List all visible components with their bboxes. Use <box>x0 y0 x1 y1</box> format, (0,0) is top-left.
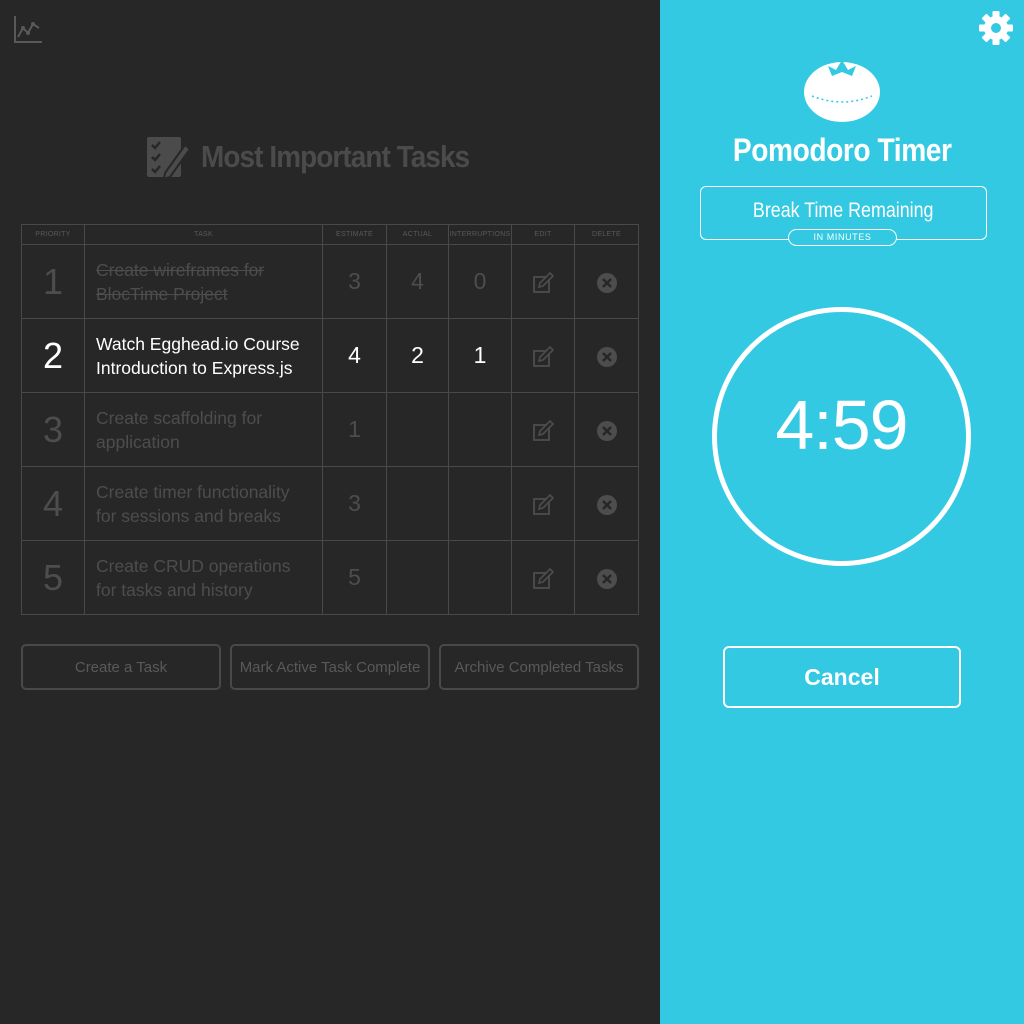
task-interruptions: 0 <box>448 244 512 319</box>
column-header-task: TASK <box>84 224 323 245</box>
edit-icon[interactable] <box>532 567 554 590</box>
task-name: Create timer functionality for sessions … <box>96 481 290 526</box>
task-interruptions <box>448 392 512 467</box>
gear-icon[interactable] <box>978 10 1014 46</box>
task-name: Create wireframes for BlocTime Project <box>96 259 265 304</box>
delete-x-icon[interactable] <box>596 494 618 516</box>
mark-complete-button[interactable]: Mark Active Task Complete <box>230 644 430 690</box>
tasks-panel: Most Important Tasks PRIORITY TASK ESTIM… <box>0 0 660 1024</box>
task-estimate: 3 <box>322 466 387 541</box>
table-row[interactable]: 1 Create wireframes for BlocTime Project 3… <box>21 244 639 319</box>
task-estimate: 4 <box>322 318 387 393</box>
task-priority: 1 <box>21 244 85 319</box>
table-row[interactable]: 4 Create timer functionality for sessions… <box>21 466 639 541</box>
line-chart-icon[interactable] <box>13 14 43 44</box>
column-header-actual: ACTUAL <box>386 224 449 245</box>
task-edit-cell <box>511 466 575 541</box>
task-name: Create scaffolding for application <box>96 407 263 452</box>
in-minutes-badge: IN MINUTES <box>788 229 897 246</box>
task-actual <box>386 466 449 541</box>
task-delete-cell <box>574 466 639 541</box>
task-name: Create CRUD operations for tasks and his… <box>96 555 291 600</box>
tasks-table: PRIORITY TASK ESTIMATE ACTUAL INTERRUPTI… <box>21 224 639 615</box>
task-priority: 4 <box>21 466 85 541</box>
task-name-cell: Create wireframes for BlocTime Project <box>84 244 323 319</box>
edit-icon[interactable] <box>532 345 554 368</box>
create-task-button[interactable]: Create a Task <box>21 644 221 690</box>
task-actual: 2 <box>386 318 449 393</box>
task-name-cell: Create timer functionality for sessions … <box>84 466 323 541</box>
task-name-cell: Create scaffolding for application <box>84 392 323 467</box>
task-actual <box>386 392 449 467</box>
table-row[interactable]: 5 Create CRUD operations for tasks and hi… <box>21 540 639 615</box>
task-delete-cell <box>574 392 639 467</box>
delete-x-icon[interactable] <box>596 568 618 590</box>
task-edit-cell <box>511 392 575 467</box>
task-delete-cell <box>574 244 639 319</box>
task-priority: 2 <box>21 318 85 393</box>
page-title: Most Important Tasks <box>201 139 470 174</box>
task-actual: 4 <box>386 244 449 319</box>
timer-title: Pomodoro Timer <box>732 132 952 168</box>
tasks-header: Most Important Tasks <box>145 135 499 179</box>
edit-icon[interactable] <box>532 493 554 516</box>
task-delete-cell <box>574 318 639 393</box>
task-delete-cell <box>574 540 639 615</box>
delete-x-icon[interactable] <box>596 272 618 294</box>
task-interruptions: 1 <box>448 318 512 393</box>
edit-icon[interactable] <box>532 271 554 294</box>
task-estimate: 5 <box>322 540 387 615</box>
delete-x-icon[interactable] <box>596 420 618 442</box>
task-edit-cell <box>511 540 575 615</box>
column-header-edit: EDIT <box>511 224 575 245</box>
task-edit-cell <box>511 318 575 393</box>
column-header-estimate: ESTIMATE <box>322 224 387 245</box>
task-actual <box>386 540 449 615</box>
column-header-priority: PRIORITY <box>21 224 85 245</box>
task-interruptions <box>448 540 512 615</box>
task-estimate: 1 <box>322 392 387 467</box>
column-header-delete: DELETE <box>574 224 639 245</box>
task-interruptions <box>448 466 512 541</box>
tomato-icon <box>804 60 880 122</box>
task-priority: 3 <box>21 392 85 467</box>
task-name-cell: Watch Egghead.io Course Introduction to … <box>84 318 323 393</box>
edit-icon[interactable] <box>532 419 554 442</box>
table-row[interactable]: 3 Create scaffolding for application 1 <box>21 392 639 467</box>
task-edit-cell <box>511 244 575 319</box>
task-priority: 5 <box>21 540 85 615</box>
task-name-cell: Create CRUD operations for tasks and his… <box>84 540 323 615</box>
cancel-button[interactable]: Cancel <box>723 646 961 708</box>
table-row[interactable]: 2 Watch Egghead.io Course Introduction to… <box>21 318 639 393</box>
task-name: Watch Egghead.io Course Introduction to … <box>96 333 300 378</box>
task-estimate: 3 <box>322 244 387 319</box>
column-header-interruptions: INTERRUPTIONS <box>448 224 512 245</box>
archive-completed-button[interactable]: Archive Completed Tasks <box>439 644 639 690</box>
table-header-row: PRIORITY TASK ESTIMATE ACTUAL INTERRUPTI… <box>21 224 639 245</box>
timer-display: 4:59 <box>775 386 908 464</box>
checklist-pen-icon <box>147 137 191 179</box>
delete-x-icon[interactable] <box>596 346 618 368</box>
